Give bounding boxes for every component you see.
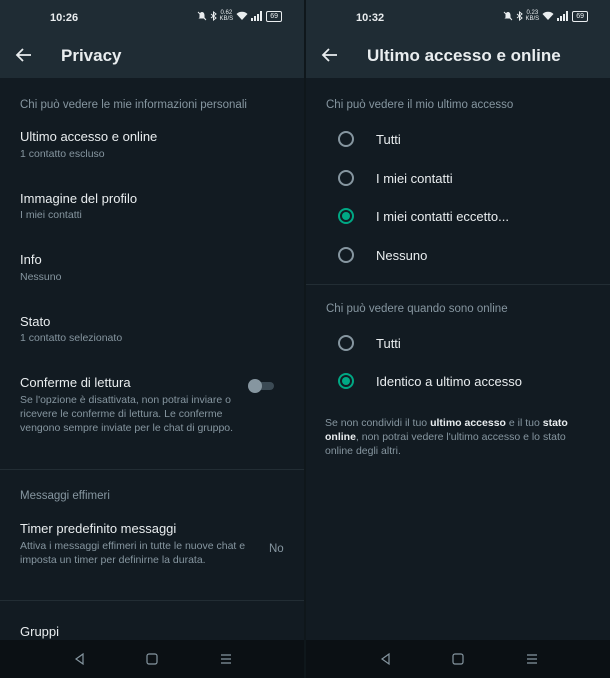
option-label: Nessuno bbox=[376, 248, 428, 263]
status-icons: 0.62 KB/S 69 bbox=[197, 10, 282, 22]
nav-home-icon[interactable] bbox=[450, 651, 466, 667]
row-subtitle: 1 contatto escluso bbox=[20, 148, 105, 160]
radio-button-selected[interactable] bbox=[338, 373, 354, 389]
divider bbox=[306, 284, 610, 285]
option-label: Identico a ultimo accesso bbox=[376, 374, 522, 389]
back-arrow-icon[interactable] bbox=[320, 45, 340, 65]
bluetooth-icon bbox=[516, 11, 523, 21]
row-title: Conferme di lettura bbox=[20, 375, 131, 390]
divider bbox=[0, 600, 304, 601]
row-subtitle: I miei contatti bbox=[20, 209, 82, 221]
radio-button[interactable] bbox=[338, 335, 354, 351]
row-groups[interactable]: Gruppi bbox=[20, 624, 59, 639]
row-subtitle: 1 contatto selezionato bbox=[20, 332, 123, 344]
status-bar: 10:32 0.23 KB/S 69 bbox=[306, 0, 610, 34]
row-subtitle: Nessuno bbox=[20, 271, 62, 283]
section-header-last-seen: Chi può vedere il mio ultimo accesso bbox=[326, 99, 514, 111]
option-label: Tutti bbox=[376, 336, 401, 351]
read-receipts-toggle[interactable] bbox=[246, 379, 276, 393]
page-title: Privacy bbox=[61, 46, 122, 65]
option-label: Tutti bbox=[376, 132, 401, 147]
row-description: Attiva i messaggi effimeri in tutte le n… bbox=[20, 540, 246, 566]
nav-recents-icon[interactable] bbox=[218, 651, 234, 667]
page-title: Ultimo accesso e online bbox=[367, 46, 561, 65]
radio-button[interactable] bbox=[338, 170, 354, 186]
system-navbar bbox=[306, 640, 610, 678]
status-bar: 10:26 0.62 KB/S 69 bbox=[0, 0, 304, 34]
radio-button[interactable] bbox=[338, 131, 354, 147]
row-title: Timer predefinito messaggi bbox=[20, 521, 177, 536]
net-speed: 0.23 KB/S bbox=[525, 10, 540, 22]
app-bar: Ultimo accesso e online bbox=[306, 34, 610, 78]
toggle-knob bbox=[248, 379, 262, 393]
battery-icon: 69 bbox=[572, 10, 588, 22]
nav-back-icon[interactable] bbox=[378, 651, 394, 667]
timer-value: No bbox=[269, 543, 284, 555]
nav-back-icon[interactable] bbox=[72, 651, 88, 667]
wifi-icon bbox=[236, 11, 248, 20]
status-time: 10:32 bbox=[356, 12, 385, 24]
section-header-ephemeral: Messaggi effimeri bbox=[20, 490, 110, 502]
row-title: Stato bbox=[20, 314, 51, 329]
signal-icon bbox=[557, 11, 569, 21]
wifi-icon bbox=[542, 11, 554, 20]
last-seen-screen: 10:32 0.23 KB/S 69 Ultimo accesso e onlin… bbox=[306, 0, 610, 678]
signal-icon bbox=[251, 11, 263, 21]
app-bar: Privacy bbox=[0, 34, 304, 78]
privacy-note: Se non condividi il tuo ultimo accesso e… bbox=[325, 417, 568, 457]
section-header-online: Chi può vedere quando sono online bbox=[326, 303, 508, 315]
net-speed: 0.62 KB/S bbox=[219, 10, 234, 22]
option-label: I miei contatti eccetto... bbox=[376, 209, 509, 224]
row-title: Immagine del profilo bbox=[20, 191, 138, 206]
battery-icon: 69 bbox=[266, 10, 282, 22]
radio-button-selected[interactable] bbox=[338, 208, 354, 224]
privacy-screen: 10:26 0.62 KB/S 69 Privacy Chi può vedere… bbox=[0, 0, 304, 678]
status-time: 10:26 bbox=[50, 12, 79, 24]
row-title: Info bbox=[20, 252, 42, 267]
divider bbox=[0, 469, 304, 470]
row-description: Se l'opzione è disattivata, non potrai i… bbox=[20, 394, 234, 434]
back-arrow-icon[interactable] bbox=[14, 45, 34, 65]
mute-icon bbox=[197, 11, 206, 21]
nav-home-icon[interactable] bbox=[144, 651, 160, 667]
section-header-personal: Chi può vedere le mie informazioni perso… bbox=[20, 99, 247, 111]
row-title: Ultimo accesso e online bbox=[20, 129, 158, 144]
status-icons: 0.23 KB/S 69 bbox=[503, 10, 588, 22]
radio-button[interactable] bbox=[338, 247, 354, 263]
nav-recents-icon[interactable] bbox=[524, 651, 540, 667]
mute-icon bbox=[503, 11, 512, 21]
option-label: I miei contatti bbox=[376, 171, 453, 186]
bluetooth-icon bbox=[210, 11, 217, 21]
system-navbar bbox=[0, 640, 304, 678]
